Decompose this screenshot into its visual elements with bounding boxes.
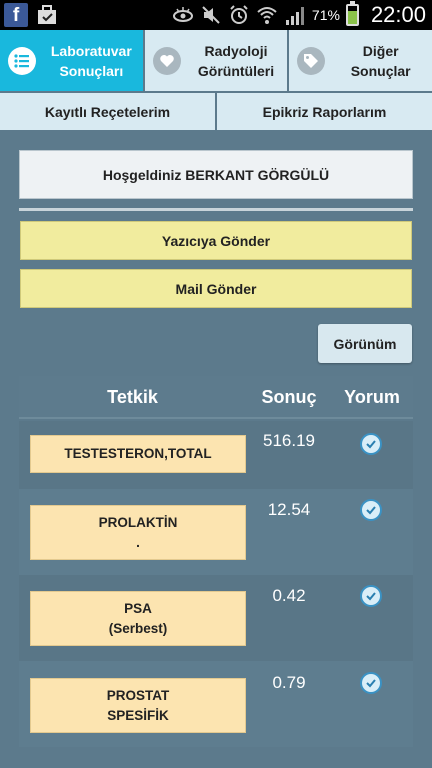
tag-icon xyxy=(304,53,319,68)
table-row: PROLAKTİN . 12.54 xyxy=(19,489,413,575)
view-button[interactable]: Görünüm xyxy=(318,324,412,363)
clock: 22:00 xyxy=(370,2,426,27)
result-value: 0.79 xyxy=(272,673,306,692)
battery-icon xyxy=(345,1,359,26)
result-value: 12.54 xyxy=(267,500,311,519)
divider xyxy=(19,208,413,211)
list-icon xyxy=(14,53,29,68)
welcome-banner: Hoşgeldiniz BERKANT GÖRGÜLÜ xyxy=(19,150,413,199)
print-button[interactable]: Yazıcıya Gönder xyxy=(20,221,412,260)
tab-label: Radyoloji Görüntüleri xyxy=(197,42,275,79)
test-name: PROLAKTİN . xyxy=(30,505,246,560)
table-row: PSA (Serbest) 0.42 xyxy=(19,575,413,661)
wifi-icon xyxy=(257,7,277,24)
secondary-tabs: Kayıtlı Reçetelerim Epikriz Raporlarım xyxy=(0,93,432,130)
signal-icon xyxy=(285,7,304,25)
status-bar: f 71% 22:00 xyxy=(0,0,432,30)
bag-icon xyxy=(38,5,56,24)
mute-icon xyxy=(202,6,220,24)
tag-icon-wrap xyxy=(297,46,326,75)
tab-label: Diğer Sonuçlar xyxy=(350,42,411,79)
mail-button[interactable]: Mail Gönder xyxy=(20,269,412,308)
eye-icon xyxy=(172,7,193,22)
test-name: PSA (Serbest) xyxy=(30,591,246,646)
check-icon[interactable] xyxy=(360,499,382,521)
check-icon[interactable] xyxy=(360,672,382,694)
test-name: PROSTAT SPESİFİK xyxy=(30,678,246,733)
battery-fill xyxy=(347,11,357,24)
column-header-test: Tetkik xyxy=(107,387,158,407)
check-icon[interactable] xyxy=(360,433,382,455)
tab-label: Laboratuvar Sonuçları xyxy=(50,42,132,79)
alarm-icon xyxy=(230,5,248,24)
battery-percent: 71% xyxy=(311,7,340,23)
table-row: PROSTAT SPESİFİK 0.79 xyxy=(19,661,413,747)
heart-icon-wrap xyxy=(152,46,181,75)
table-header: Tetkik Sonuç Yorum xyxy=(19,376,413,419)
tab-other-results[interactable]: Diğer Sonuçlar xyxy=(289,30,432,91)
column-header-comment: Yorum xyxy=(344,387,400,407)
results-table: Tetkik Sonuç Yorum TESTESTERON,TOTAL 516… xyxy=(19,376,413,748)
heart-icon xyxy=(159,54,174,67)
tab-saved-prescriptions[interactable]: Kayıtlı Reçetelerim xyxy=(0,93,217,130)
check-icon[interactable] xyxy=(360,585,382,607)
facebook-icon: f xyxy=(4,3,28,27)
tab-radiology-images[interactable]: Radyoloji Görüntüleri xyxy=(144,30,290,91)
primary-tabs: Laboratuvar Sonuçları Radyoloji Görüntül… xyxy=(0,30,432,91)
result-value: 516.19 xyxy=(263,431,315,450)
list-icon-wrap xyxy=(8,46,36,75)
result-value: 0.42 xyxy=(272,586,306,605)
test-name: TESTESTERON,TOTAL xyxy=(30,435,246,473)
tab-laboratory-results[interactable]: Laboratuvar Sonuçları xyxy=(0,30,145,91)
tab-epicrisis-reports[interactable]: Epikriz Raporlarım xyxy=(217,93,432,130)
column-header-result: Sonuç xyxy=(261,387,317,407)
